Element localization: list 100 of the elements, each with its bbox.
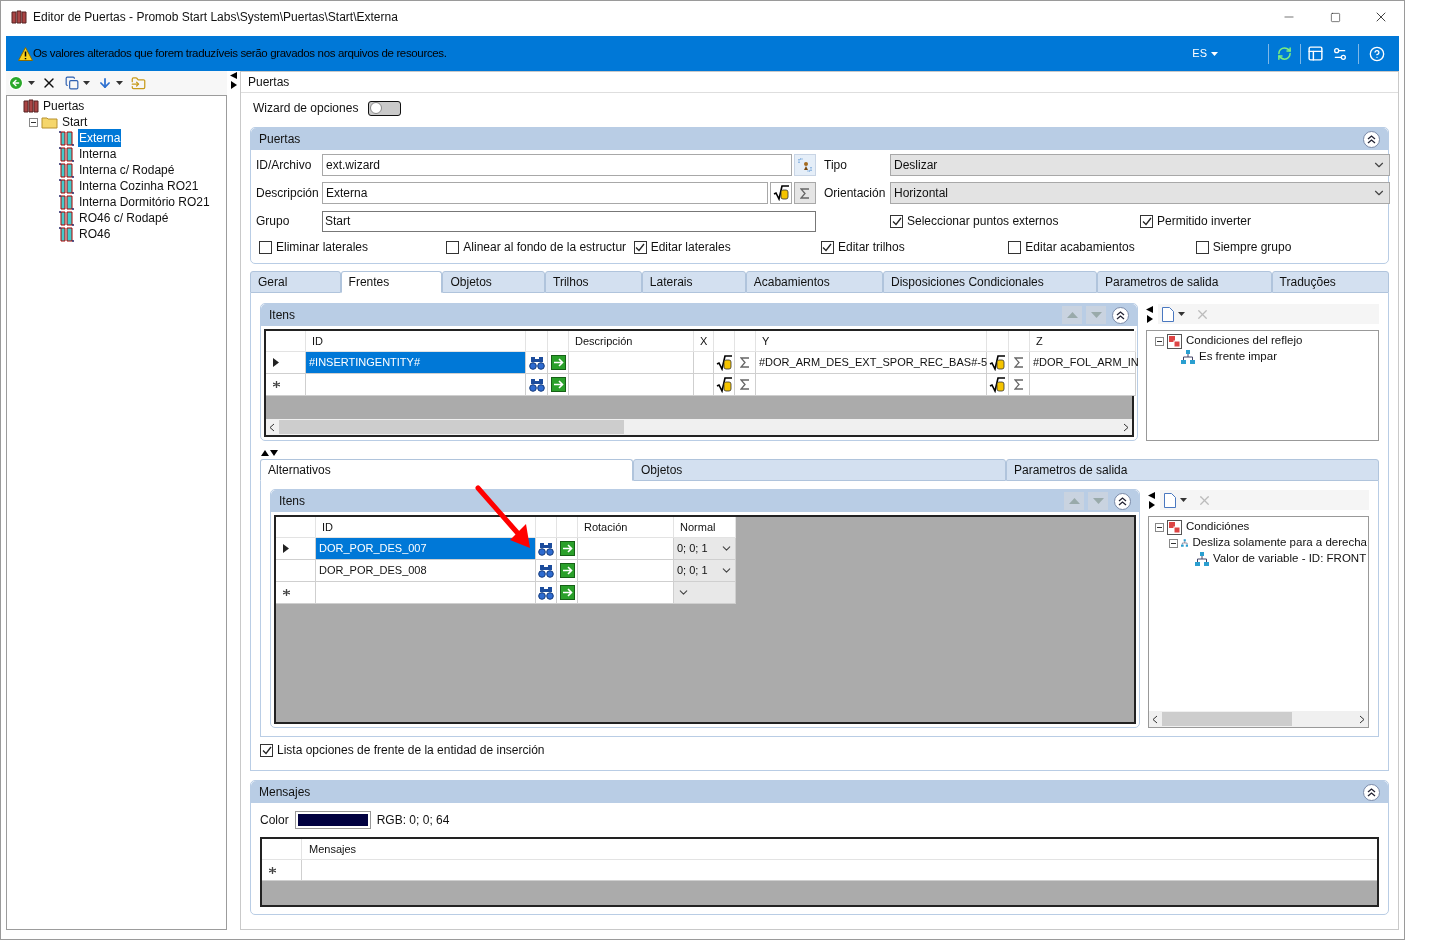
scroll-left-icon[interactable] bbox=[269, 422, 275, 432]
tab[interactable]: Disposiciones Condicionales bbox=[883, 271, 1097, 293]
table-cell[interactable] bbox=[694, 374, 714, 396]
splitter-arrows-icon[interactable] bbox=[1148, 491, 1156, 509]
dropdown-cell[interactable]: 0; 0; 1 bbox=[674, 538, 736, 560]
copy-icon[interactable] bbox=[65, 76, 79, 90]
help-icon[interactable] bbox=[1369, 45, 1385, 62]
tab[interactable]: Trilhos bbox=[545, 271, 642, 293]
splitter-arrows-icon[interactable] bbox=[1146, 305, 1154, 323]
checkbox[interactable] bbox=[890, 214, 903, 228]
tree-item[interactable]: Interna bbox=[78, 145, 118, 163]
table-cell[interactable] bbox=[735, 352, 756, 374]
row-header[interactable] bbox=[266, 352, 306, 374]
table-cell[interactable]: DOR_POR_DES_007 bbox=[316, 538, 536, 560]
table-cell[interactable] bbox=[569, 352, 694, 374]
horizontal-scrollbar[interactable] bbox=[266, 419, 1132, 435]
dropdown-cell[interactable] bbox=[674, 582, 736, 604]
tree-item[interactable]: RO46 c/ Rodapé bbox=[78, 209, 170, 227]
sigma-icon[interactable] bbox=[740, 357, 750, 368]
collapse-toggle[interactable] bbox=[1155, 522, 1164, 532]
table-cell[interactable]: #DOR_ARM_DES_EXT_SPOR_REC_BAS#-5 bbox=[756, 352, 987, 374]
tab[interactable]: Parametros de salida bbox=[1097, 271, 1272, 293]
column-header[interactable]: X bbox=[694, 331, 714, 352]
tab[interactable]: Frentes bbox=[340, 271, 443, 293]
table-cell[interactable] bbox=[1009, 374, 1030, 396]
table-cell[interactable]: DOR_POR_DES_008 bbox=[316, 560, 536, 582]
collapse-button[interactable] bbox=[1363, 130, 1380, 148]
table-cell[interactable] bbox=[316, 582, 536, 604]
collapse-toggle[interactable] bbox=[1169, 538, 1178, 548]
table-cell[interactable] bbox=[1009, 352, 1030, 374]
checkbox[interactable] bbox=[1140, 214, 1153, 228]
caret-icon[interactable] bbox=[1180, 498, 1187, 502]
scroll-left-icon[interactable] bbox=[1152, 714, 1158, 724]
checkbox[interactable] bbox=[259, 240, 272, 254]
horizontal-scrollbar[interactable] bbox=[1149, 711, 1368, 727]
tab[interactable]: Objetos bbox=[442, 271, 546, 293]
checkbox[interactable] bbox=[446, 240, 460, 254]
tree-item[interactable]: Interna Dormitório RO21 bbox=[78, 193, 211, 211]
column-header[interactable]: ID bbox=[316, 517, 536, 538]
refresh-icon[interactable] bbox=[1277, 46, 1292, 61]
caret-icon[interactable] bbox=[28, 81, 35, 85]
scrollbar-thumb[interactable] bbox=[279, 420, 624, 434]
color-swatch[interactable] bbox=[294, 811, 371, 829]
tree-item[interactable]: Condiciónes bbox=[1185, 518, 1251, 536]
collapse-toggle[interactable] bbox=[29, 117, 38, 127]
tree-item[interactable]: Start bbox=[61, 113, 89, 131]
caret-icon[interactable] bbox=[83, 81, 90, 85]
checkbox[interactable] bbox=[633, 240, 647, 254]
text-field[interactable]: Start bbox=[322, 210, 816, 232]
tree-item[interactable]: Condiciones del reflejo bbox=[1185, 332, 1304, 350]
table-cell[interactable] bbox=[306, 374, 526, 396]
table-cell[interactable] bbox=[569, 374, 694, 396]
checkbox[interactable] bbox=[1008, 240, 1022, 254]
collapse-button[interactable] bbox=[1112, 306, 1129, 324]
tree-item[interactable]: Puertas bbox=[42, 97, 86, 115]
checkbox[interactable] bbox=[1195, 240, 1209, 254]
maximize-icon[interactable] bbox=[1329, 11, 1341, 23]
tree-item[interactable]: Interna Cozinha RO21 bbox=[78, 177, 200, 195]
caret-icon[interactable] bbox=[1178, 312, 1185, 316]
dropdown[interactable]: Horizontal bbox=[890, 182, 1390, 204]
collapse-button[interactable] bbox=[1363, 783, 1380, 801]
table-cell[interactable] bbox=[694, 352, 714, 374]
new-document-icon[interactable] bbox=[1162, 306, 1174, 322]
dropdown[interactable]: Deslizar bbox=[890, 154, 1390, 176]
column-header[interactable]: Descripción bbox=[569, 331, 694, 352]
caret-icon[interactable] bbox=[116, 81, 123, 85]
collapse-button[interactable] bbox=[1114, 492, 1131, 510]
tab[interactable]: Traduções bbox=[1271, 271, 1390, 293]
table-cell[interactable]: #DOR_FOL_ARM_IN bbox=[1030, 352, 1136, 374]
table-cell[interactable] bbox=[735, 374, 756, 396]
tab[interactable]: Parametros de salida bbox=[1006, 459, 1379, 481]
scroll-right-icon[interactable] bbox=[1359, 714, 1365, 724]
collapse-toggle[interactable] bbox=[1155, 336, 1164, 346]
tree-item[interactable]: RO46 bbox=[78, 225, 112, 243]
splitter-arrows-icon[interactable] bbox=[261, 449, 279, 457]
sigma-icon[interactable] bbox=[800, 187, 810, 199]
tree-item[interactable]: Externa bbox=[78, 129, 122, 147]
tree-item[interactable]: Desliza solamente para a derecha bbox=[1191, 534, 1368, 552]
toggle-switch[interactable] bbox=[368, 100, 402, 116]
dropdown-cell[interactable]: 0; 0; 1 bbox=[674, 560, 736, 582]
column-header[interactable]: Z bbox=[1030, 331, 1136, 352]
column-header[interactable]: Rotación bbox=[578, 517, 674, 538]
checkbox[interactable] bbox=[260, 743, 273, 757]
settings-icon[interactable] bbox=[1332, 45, 1348, 62]
tab[interactable]: Laterais bbox=[641, 271, 746, 293]
tab[interactable]: Objetos bbox=[633, 459, 1006, 481]
table-cell[interactable] bbox=[578, 582, 674, 604]
formula-icon[interactable] bbox=[772, 185, 790, 201]
table-cell[interactable]: #INSERTINGENTITY# bbox=[306, 352, 526, 374]
tree-item[interactable]: Interna c/ Rodapé bbox=[78, 161, 176, 179]
row-header[interactable] bbox=[276, 538, 316, 560]
tab[interactable]: Alternativos bbox=[260, 459, 633, 481]
sigma-icon[interactable] bbox=[1014, 357, 1024, 368]
table-cell[interactable] bbox=[756, 374, 987, 396]
move-down-icon[interactable] bbox=[98, 76, 112, 90]
tab[interactable]: Acabamientos bbox=[745, 271, 883, 293]
splitter-arrows-icon[interactable] bbox=[229, 72, 238, 89]
tree-item[interactable]: Es frente impar bbox=[1198, 348, 1278, 366]
table-cell[interactable] bbox=[1030, 374, 1136, 396]
scrollbar-thumb[interactable] bbox=[1162, 712, 1292, 726]
